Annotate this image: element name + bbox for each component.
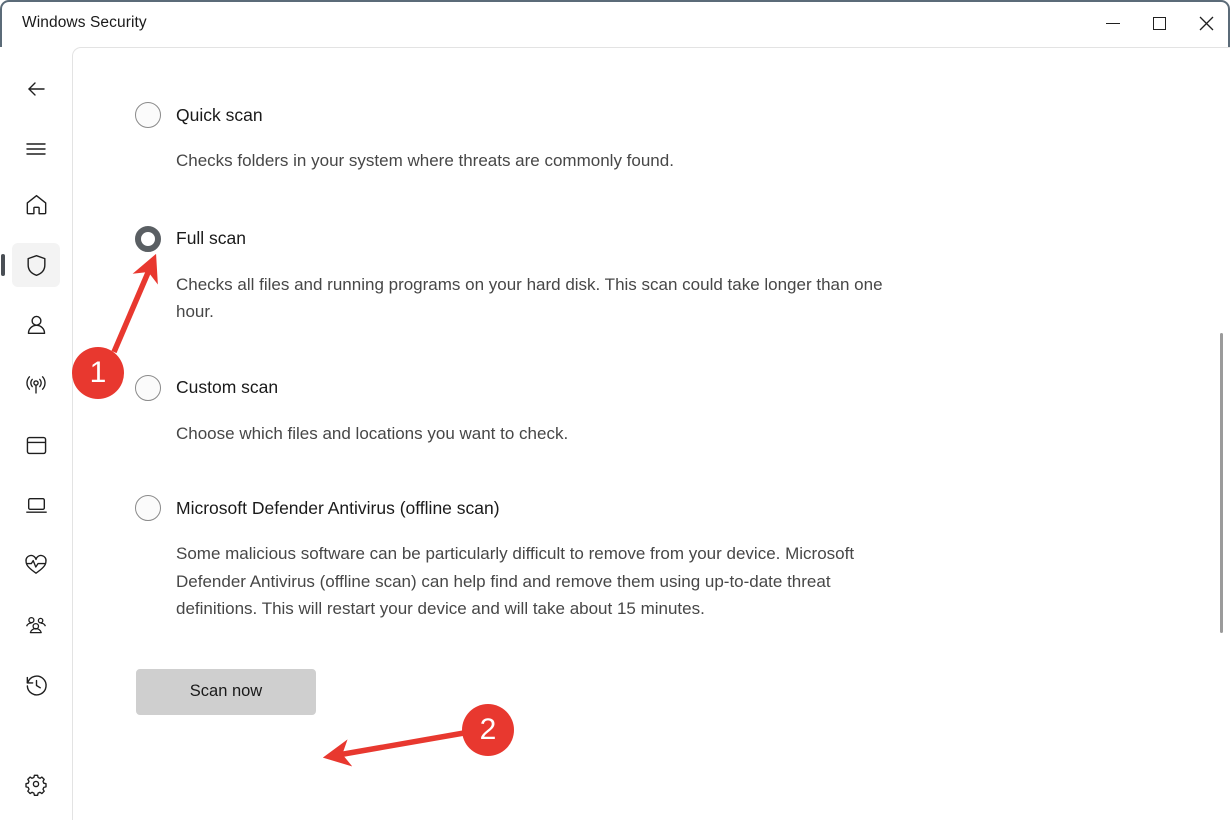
scan-option-header[interactable]: Full scan xyxy=(135,221,995,257)
home-icon xyxy=(24,192,49,217)
sidebar-item-home[interactable] xyxy=(12,182,60,226)
scan-options-group: Quick scan Checks folders in your system… xyxy=(135,97,995,715)
sidebar-item-settings[interactable] xyxy=(12,762,60,806)
scan-option-offline[interactable]: Microsoft Defender Antivirus (offline sc… xyxy=(135,490,995,623)
window-controls xyxy=(1089,0,1230,47)
minimize-button[interactable] xyxy=(1089,0,1136,47)
custom-scan-radio[interactable] xyxy=(135,374,161,401)
full-scan-label: Full scan xyxy=(176,228,247,249)
app-window-icon xyxy=(24,433,49,458)
shield-icon xyxy=(24,253,49,278)
offline-scan-radio[interactable] xyxy=(135,495,161,522)
scan-option-header[interactable]: Microsoft Defender Antivirus (offline sc… xyxy=(135,490,995,526)
wifi-signal-icon xyxy=(23,372,49,398)
full-scan-radio[interactable] xyxy=(135,225,161,252)
heart-pulse-icon xyxy=(23,552,49,578)
window-border xyxy=(0,0,1230,47)
main-content-panel: Quick scan Checks folders in your system… xyxy=(72,47,1230,820)
maximize-icon xyxy=(1153,17,1166,30)
quick-scan-radio[interactable] xyxy=(135,102,161,128)
windows-security-window: Windows Security Quick scan Checks folde… xyxy=(0,0,1230,820)
sidebar-item-protection-history[interactable] xyxy=(12,663,60,707)
maximize-button[interactable] xyxy=(1136,0,1183,47)
family-group-icon xyxy=(23,612,49,638)
sidebar-item-account-protection[interactable] xyxy=(12,303,60,347)
close-icon xyxy=(1199,16,1214,31)
back-arrow-icon xyxy=(24,77,48,101)
gear-icon xyxy=(24,772,48,796)
offline-scan-description: Some malicious software can be particula… xyxy=(176,544,855,619)
scan-option-header[interactable]: Quick scan xyxy=(135,97,995,133)
person-icon xyxy=(24,313,49,338)
scrollbar-thumb[interactable] xyxy=(1220,333,1223,633)
sidebar-item-firewall-network-protection[interactable] xyxy=(12,363,60,407)
scan-now-button[interactable]: Scan now xyxy=(136,668,316,715)
quick-scan-label: Quick scan xyxy=(176,104,263,125)
sidebar-item-back[interactable] xyxy=(12,67,60,111)
scrollbar-track[interactable] xyxy=(1214,228,1224,818)
sidebar-item-menu[interactable] xyxy=(12,127,60,171)
hamburger-menu-icon xyxy=(24,137,48,161)
quick-scan-description: Checks folders in your system where thre… xyxy=(176,151,674,170)
sidebar-item-virus-threat-protection[interactable] xyxy=(1,243,60,287)
full-scan-description: Checks all files and running programs on… xyxy=(176,274,883,322)
sidebar-item-family-options[interactable] xyxy=(12,603,60,647)
title-bar: Windows Security xyxy=(0,0,1230,47)
window-title: Windows Security xyxy=(22,14,147,31)
close-button[interactable] xyxy=(1183,0,1230,47)
sidebar-item-device-security[interactable] xyxy=(12,483,60,527)
history-clock-icon xyxy=(24,673,49,698)
scan-option-full[interactable]: Full scan Checks all files and running p… xyxy=(135,221,995,326)
scan-option-custom[interactable]: Custom scan Choose which files and locat… xyxy=(135,370,995,448)
scan-option-quick[interactable]: Quick scan Checks folders in your system… xyxy=(135,97,995,175)
sidebar-item-app-browser-control[interactable] xyxy=(12,423,60,467)
custom-scan-label: Custom scan xyxy=(176,377,279,398)
laptop-icon xyxy=(24,493,49,518)
sidebar-item-device-performance-health[interactable] xyxy=(12,543,60,587)
sidebar-navigation xyxy=(0,47,72,820)
minimize-icon xyxy=(1105,22,1120,25)
scan-option-header[interactable]: Custom scan xyxy=(135,370,995,406)
custom-scan-description: Choose which files and locations you wan… xyxy=(176,423,569,443)
offline-scan-label: Microsoft Defender Antivirus (offline sc… xyxy=(176,497,500,518)
